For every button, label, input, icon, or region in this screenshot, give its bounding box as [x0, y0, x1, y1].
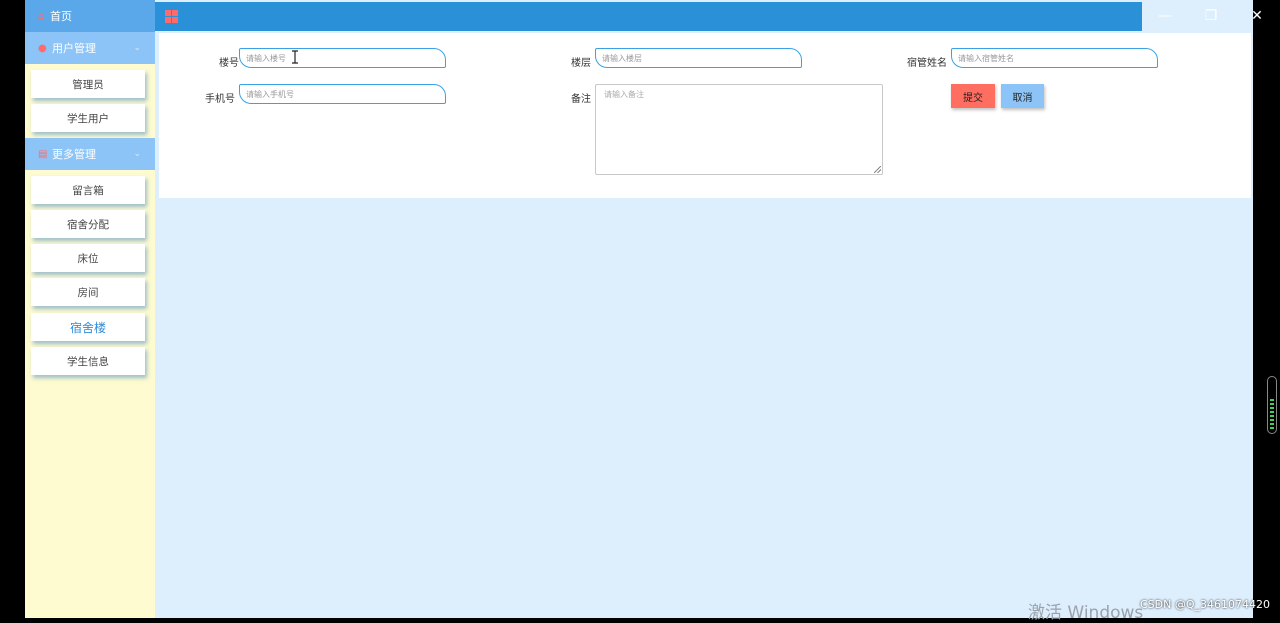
manager-name-label: 宿管姓名 [907, 58, 947, 69]
sidebar-home[interactable]: ⌂ 首页 [25, 0, 155, 32]
phone-input[interactable]: 请输入手机号 [239, 84, 446, 104]
remark-textarea[interactable]: 请输入备注 [595, 84, 883, 175]
sidebar-group-more-management[interactable]: ▤ 更多管理 ⌄ [25, 138, 155, 170]
csdn-credit: CSDN @Q_3461074420 [1140, 598, 1271, 611]
manager-name-input[interactable]: 请输入宿管姓名 [951, 48, 1158, 68]
level-indicator [1267, 376, 1277, 434]
resize-grip-icon[interactable] [874, 166, 881, 173]
right-black-strip [1253, 33, 1280, 618]
home-icon: ⌂ [38, 10, 45, 22]
sidebar-item-dorm-building[interactable]: 宿舍楼 [31, 313, 145, 341]
top-bar [155, 2, 1142, 31]
close-button[interactable]: ✕ [1234, 0, 1280, 32]
floor-input[interactable]: 请输入楼层 [595, 48, 802, 68]
form-panel: 楼号 请输入楼号 楼层 请输入楼层 宿管姓名 请输入宿管姓名 手机号 请输入手机… [159, 33, 1251, 198]
sidebar-item-bed[interactable]: 床位 [31, 244, 145, 272]
sidebar-group-label: 更多管理 [52, 148, 96, 161]
cancel-button[interactable]: 取消 [1001, 84, 1044, 108]
floor-label: 楼层 [571, 58, 591, 69]
phone-label: 手机号 [205, 94, 235, 105]
grid-icon[interactable] [165, 10, 178, 23]
sidebar: ⌂ 首页 ● 用户管理 ⌄ 管理员 学生用户 ▤ 更多管理 ⌄ 留言箱 宿舍分配… [25, 0, 155, 618]
sidebar-item-message-box[interactable]: 留言箱 [31, 176, 145, 204]
minimize-button[interactable]: — [1142, 0, 1188, 32]
sidebar-group-label: 用户管理 [52, 42, 96, 55]
chevron-down-icon: ⌄ [133, 149, 141, 159]
text-cursor-icon [292, 50, 298, 64]
user-icon: ● [38, 42, 47, 54]
sidebar-item-room[interactable]: 房间 [31, 278, 145, 306]
building-no-input[interactable]: 请输入楼号 [239, 48, 446, 68]
sidebar-item-admin[interactable]: 管理员 [31, 70, 145, 98]
activate-windows-watermark: 激活 Windows [1028, 603, 1144, 623]
remark-label: 备注 [571, 94, 591, 105]
chevron-down-icon: ⌄ [133, 43, 141, 53]
sidebar-home-label: 首页 [50, 10, 72, 23]
sidebar-group-user-management[interactable]: ● 用户管理 ⌄ [25, 32, 155, 64]
remark-placeholder: 请输入备注 [604, 90, 644, 99]
sidebar-item-student-info[interactable]: 学生信息 [31, 347, 145, 375]
building-no-label: 楼号 [219, 58, 239, 69]
maximize-button[interactable]: ❐ [1188, 0, 1234, 32]
submit-button[interactable]: 提交 [951, 84, 995, 108]
calendar-icon: ▤ [38, 148, 48, 160]
sidebar-item-dorm-allocation[interactable]: 宿舍分配 [31, 210, 145, 238]
left-black-strip [0, 0, 25, 618]
main-content: 楼号 请输入楼号 楼层 请输入楼层 宿管姓名 请输入宿管姓名 手机号 请输入手机… [155, 0, 1253, 618]
sidebar-item-student-users[interactable]: 学生用户 [31, 104, 145, 132]
